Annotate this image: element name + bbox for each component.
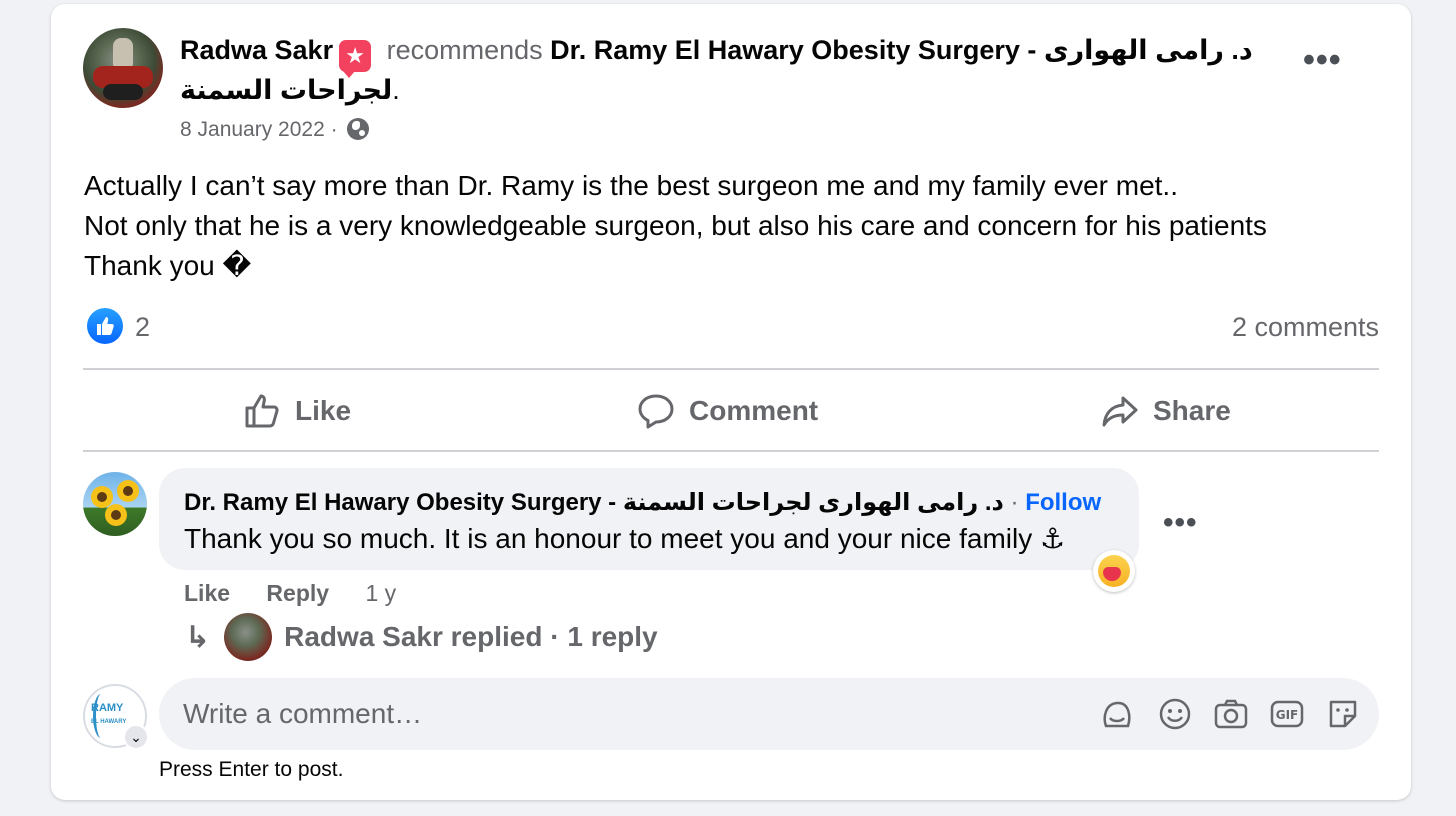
reaction-count[interactable]: 2 [135, 312, 150, 343]
care-reaction-icon[interactable] [1093, 550, 1135, 592]
divider [83, 368, 1379, 370]
post-header: Radwa Sakr ★ recommends Dr. Ramy El Hawar… [180, 31, 1253, 78]
replier-avatar [224, 613, 273, 661]
post-body: Actually I can’t say more than Dr. Ramy … [84, 170, 1267, 281]
thumbs-up-icon [245, 394, 279, 428]
page-name[interactable]: Dr. Ramy El Hawary Obesity Surgery - د. … [550, 35, 1253, 65]
comment-like-link[interactable]: Like [184, 580, 230, 606]
gif-icon[interactable]: GIF [1269, 696, 1305, 732]
author-name[interactable]: Radwa Sakr [180, 35, 333, 65]
comment-author-row: Dr. Ramy El Hawary Obesity Surgery - د. … [184, 489, 1102, 516]
comment-author[interactable]: Dr. Ramy El Hawary Obesity Surgery - د. … [184, 489, 1004, 516]
globe-icon [347, 118, 370, 140]
recommends-label: recommends [386, 35, 543, 65]
page-name-cont[interactable]: لجراحات السمنة [180, 75, 392, 105]
post-date[interactable]: 8 January 2022 [180, 118, 325, 141]
author-avatar[interactable] [83, 28, 163, 108]
comment-button[interactable]: Comment [637, 388, 818, 434]
comment-text: Thank you so much. It is an honour to me… [184, 523, 1066, 554]
comment-input-placeholder: Write a comment… [183, 698, 423, 729]
comment-bubble-icon [638, 394, 674, 429]
follow-link[interactable]: Follow [1025, 489, 1101, 516]
like-button[interactable]: Like [243, 388, 351, 434]
post-more-button[interactable]: ••• [1303, 43, 1342, 77]
like-reaction-icon[interactable] [87, 308, 123, 344]
share-button-label: Share [1153, 395, 1231, 426]
comment-reply-link[interactable]: Reply [266, 580, 329, 606]
post-header-line2: لجراحات السمنة. [180, 75, 400, 105]
sticker-icon[interactable] [1325, 696, 1361, 732]
camera-icon[interactable] [1213, 696, 1249, 732]
commenter-avatar[interactable] [83, 472, 147, 536]
post-hint: Press Enter to post. [159, 758, 344, 781]
emoji-icon[interactable] [1157, 696, 1193, 732]
like-button-label: Like [295, 395, 352, 426]
comment-actions: Like Reply 1 y [184, 578, 396, 608]
post-card: Radwa Sakr ★ recommends Dr. Ramy El Hawar… [51, 4, 1411, 800]
chevron-down-icon[interactable]: ⌄ [123, 724, 149, 750]
share-arrow-icon [1102, 396, 1138, 427]
divider [83, 450, 1379, 452]
comment-button-label: Comment [689, 395, 819, 426]
comment-count[interactable]: 2 comments [1232, 312, 1379, 343]
reply-arrow-icon: ↳ [185, 620, 211, 654]
comment-age[interactable]: 1 y [365, 580, 396, 606]
reply-summary: Radwa Sakr replied · 1 reply [284, 621, 658, 652]
share-button[interactable]: Share [1101, 388, 1231, 434]
avatar-sticker-icon[interactable] [1099, 696, 1135, 732]
view-replies[interactable]: ↳ Radwa Sakr replied · 1 reply [185, 612, 658, 662]
comment-more-button[interactable]: ••• [1163, 506, 1198, 540]
recommend-star-icon: ★ [339, 40, 372, 78]
post-meta: 8 January 2022 · [180, 116, 370, 144]
svg-text:GIF: GIF [1276, 708, 1299, 722]
